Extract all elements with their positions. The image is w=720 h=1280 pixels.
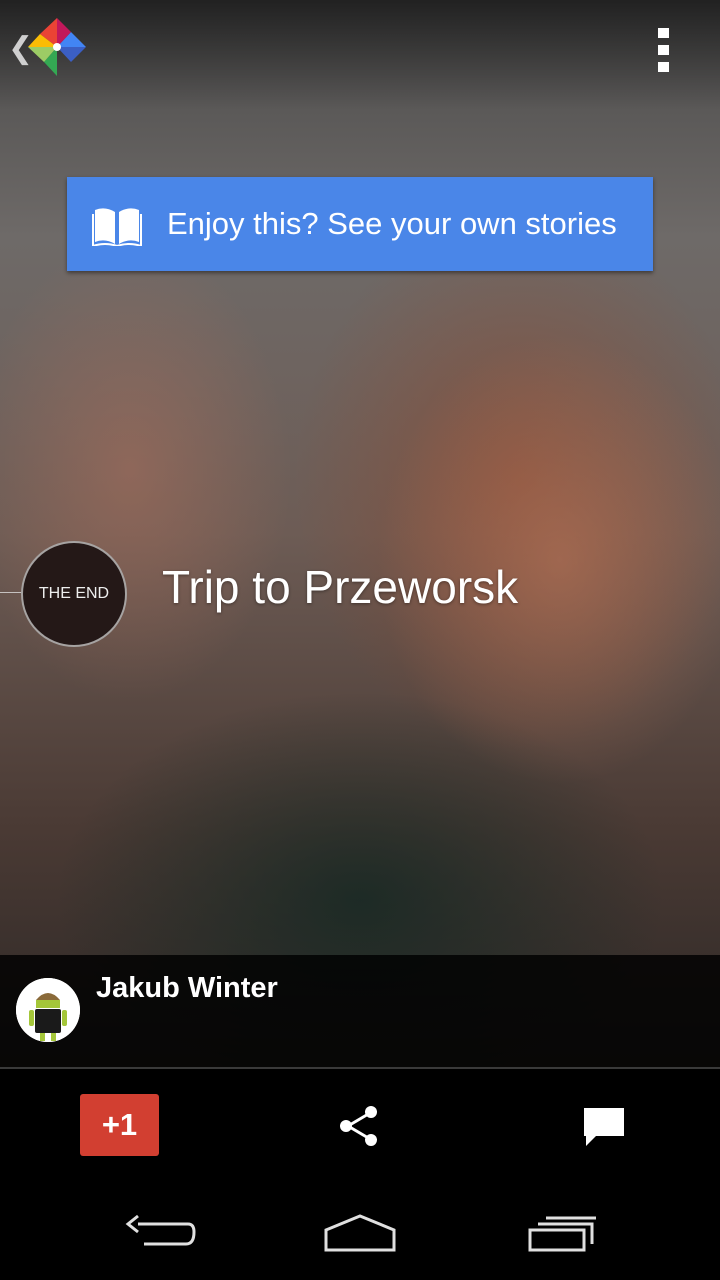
top-action-bar: ❮ [0, 0, 720, 96]
story-title: Trip to Przeworsk [162, 561, 519, 613]
story-viewer-screen: ❮ Enjoy this? See your own stories THE E… [0, 0, 720, 1280]
photos-pinwheel-icon[interactable] [26, 16, 88, 78]
plus-one-button[interactable]: +1 [80, 1094, 159, 1156]
avatar[interactable] [16, 978, 80, 1042]
nav-home-icon[interactable] [322, 1212, 398, 1254]
open-book-icon [92, 208, 142, 246]
comment-icon[interactable] [582, 1106, 626, 1148]
android-avatar-icon [16, 978, 80, 1042]
nav-back-icon[interactable] [124, 1214, 196, 1254]
banner-label: Enjoy this? See your own stories [167, 206, 617, 241]
owner-name[interactable]: Jakub Winter [96, 972, 278, 1005]
see-your-stories-banner[interactable]: Enjoy this? See your own stories [67, 177, 653, 271]
share-icon[interactable] [336, 1103, 382, 1149]
timeline-line [0, 592, 22, 593]
the-end-marker: THE END [21, 541, 127, 647]
overflow-menu-icon[interactable] [650, 26, 678, 74]
nav-recents-icon[interactable] [526, 1214, 598, 1254]
